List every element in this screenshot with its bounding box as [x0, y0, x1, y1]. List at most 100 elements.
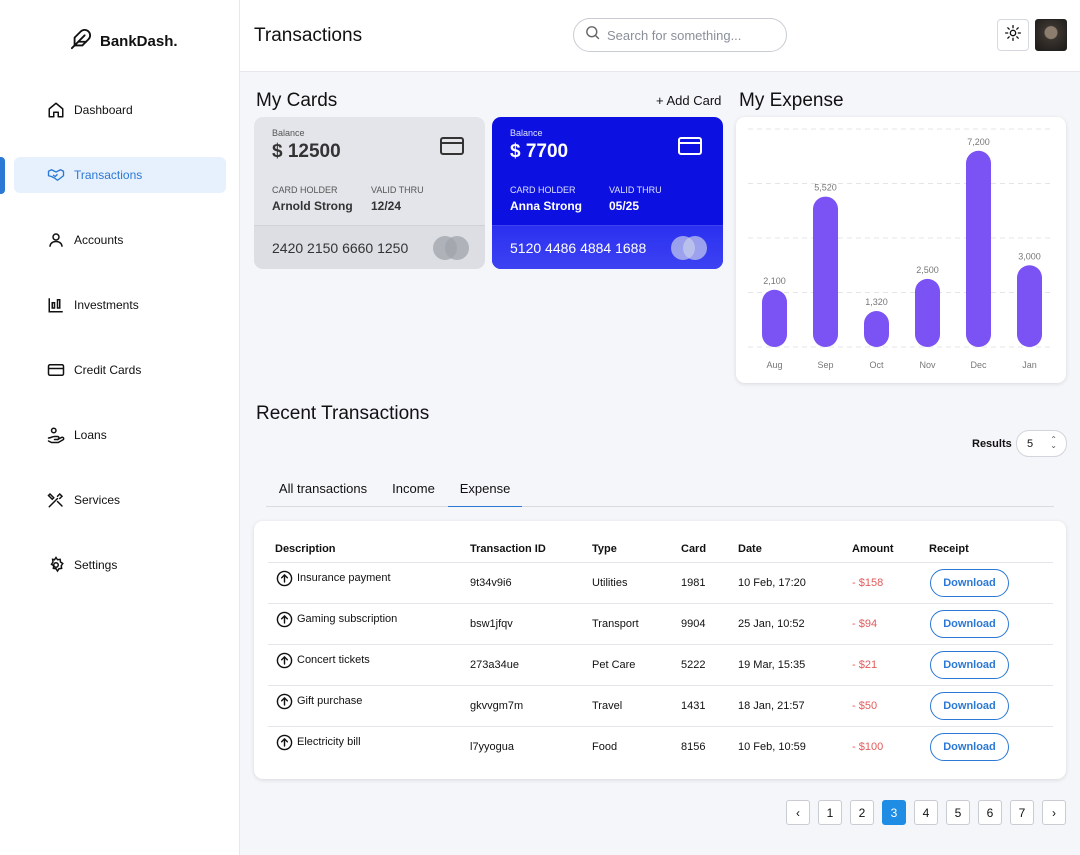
recent-transactions-title: Recent Transactions — [256, 403, 430, 424]
card-holder-name: Arnold Strong — [272, 199, 353, 213]
card-number: 2420 2150 6660 1250 — [272, 240, 409, 256]
transaction-date: 25 Jan, 10:52 — [738, 618, 805, 630]
credit-card[interactable]: Balance $ 7700 CARD HOLDER Anna Strong V… — [492, 117, 723, 269]
pagination-prev-button[interactable]: ‹ — [786, 800, 810, 825]
tab-all-transactions[interactable]: All transactions — [266, 470, 380, 507]
brand-logo[interactable]: BankDash. — [70, 28, 178, 55]
tab-expense[interactable]: Expense — [448, 470, 522, 507]
valid-thru-label: VALID THRU — [609, 185, 662, 195]
transaction-amount: - $50 — [852, 700, 878, 712]
results-per-page-select[interactable]: 5 ⌃ ⌄ — [1016, 430, 1067, 457]
user-avatar[interactable] — [1035, 19, 1067, 51]
chart-x-tick-label: Jan — [1022, 360, 1037, 370]
chart-data-label: 5,520 — [814, 183, 837, 193]
card-balance: $ 7700 — [510, 141, 569, 162]
transaction-description: Gift purchase — [297, 695, 363, 707]
home-icon — [46, 100, 66, 120]
sidebar-item-investments[interactable]: Investments — [14, 287, 226, 323]
search-box[interactable] — [573, 18, 787, 52]
sidebar-item-label: Services — [74, 493, 121, 507]
gear-icon — [46, 555, 66, 575]
chart-x-tick-label: Nov — [919, 360, 936, 370]
chart-bar[interactable] — [966, 150, 991, 347]
sidebar-item-settings[interactable]: Settings — [14, 547, 226, 583]
table-row: Insurance payment 9t34v9i6 Utilities 1981 10… — [268, 562, 1053, 603]
feather-icon — [70, 28, 92, 55]
transaction-card: 8156 — [681, 741, 706, 753]
pagination-page-4[interactable]: 4 — [914, 800, 938, 825]
column-header-amount: Amount — [852, 543, 894, 555]
card-holder-name: Anna Strong — [510, 199, 582, 213]
sidebar-item-credit-cards[interactable]: Credit Cards — [14, 352, 226, 388]
download-receipt-button[interactable]: Download — [930, 610, 1009, 638]
download-receipt-button[interactable]: Download — [930, 692, 1009, 720]
transaction-amount: - $158 — [852, 577, 884, 589]
theme-toggle-button[interactable] — [997, 19, 1029, 51]
arrow-up-circle-icon — [276, 693, 293, 710]
sidebar-item-dashboard[interactable]: Dashboard — [14, 92, 226, 128]
column-header-transaction-id: Transaction ID — [470, 543, 546, 555]
search-input[interactable] — [607, 27, 777, 43]
pagination-page-2[interactable]: 2 — [850, 800, 874, 825]
pagination-page-5[interactable]: 5 — [946, 800, 970, 825]
chart-bar[interactable] — [762, 289, 787, 347]
chart-x-tick-label: Oct — [869, 360, 884, 370]
pagination-page-3[interactable]: 3 — [882, 800, 906, 825]
balance-label: Balance — [510, 128, 543, 138]
valid-thru-label: VALID THRU — [371, 185, 424, 195]
chart-bar[interactable] — [813, 196, 838, 347]
add-card-button[interactable]: + Add Card — [656, 93, 721, 108]
active-nav-indicator — [0, 157, 5, 194]
transaction-date: 10 Feb, 17:20 — [738, 577, 806, 589]
transaction-description: Concert tickets — [297, 654, 370, 666]
table-row: Concert tickets 273a34ue Pet Care 5222 19 Ma… — [268, 644, 1053, 685]
chart-x-tick-label: Aug — [766, 360, 782, 370]
loan-icon — [46, 425, 66, 445]
transaction-type: Utilities — [592, 577, 628, 589]
transaction-type: Transport — [592, 618, 639, 630]
arrow-up-circle-icon — [276, 611, 293, 628]
balance-label: Balance — [272, 128, 305, 138]
transaction-id: l7yyogua — [470, 741, 515, 753]
transaction-amount: - $21 — [852, 659, 878, 671]
transaction-card: 9904 — [681, 618, 706, 630]
download-receipt-button[interactable]: Download — [930, 651, 1009, 679]
card-bottom-strip: 5120 4486 4884 1688 — [492, 225, 723, 269]
pagination-page-7[interactable]: 7 — [1010, 800, 1034, 825]
pagination-next-button[interactable]: › — [1042, 800, 1066, 825]
tools-icon — [46, 490, 66, 510]
card-balance: $ 12500 — [272, 141, 341, 162]
my-cards-title: My Cards — [256, 90, 338, 111]
sidebar-item-services[interactable]: Services — [14, 482, 226, 518]
expense-chart-panel: 2,100 Aug 5,520 Sep 1,320 Oct 2,500 Nov 7,200 Dec… — [736, 117, 1066, 383]
sidebar-item-label: Investments — [74, 298, 139, 312]
chart-bar[interactable] — [864, 311, 889, 347]
column-header-date: Date — [738, 543, 762, 555]
sidebar-item-transactions[interactable]: Transactions — [14, 157, 226, 193]
chart-bar[interactable] — [1017, 265, 1042, 347]
transaction-description: Insurance payment — [297, 572, 391, 584]
valid-thru-value: 05/25 — [609, 199, 640, 213]
sidebar-item-accounts[interactable]: Accounts — [14, 222, 226, 258]
download-receipt-button[interactable]: Download — [930, 733, 1009, 761]
transaction-card: 1981 — [681, 577, 706, 589]
chart-data-label: 2,500 — [916, 265, 939, 275]
credit-card[interactable]: Balance $ 12500 CARD HOLDER Arnold Stron… — [254, 117, 485, 269]
pagination-page-6[interactable]: 6 — [978, 800, 1002, 825]
chart-bar[interactable] — [915, 278, 940, 347]
top-header: Transactions — [240, 0, 1080, 72]
sidebar-item-loans[interactable]: Loans — [14, 417, 226, 453]
investment-icon — [46, 295, 66, 315]
chart-x-tick-label: Sep — [817, 360, 833, 370]
pagination-page-1[interactable]: 1 — [818, 800, 842, 825]
transaction-card: 5222 — [681, 659, 706, 671]
card-holder-label: CARD HOLDER — [272, 185, 338, 195]
page-title: Transactions — [254, 25, 363, 46]
sidebar-item-label: Settings — [74, 558, 118, 572]
card-holder-label: CARD HOLDER — [510, 185, 576, 195]
user-icon — [46, 230, 66, 250]
table-row: Electricity bill l7yyogua Food 8156 10 Feb, … — [268, 726, 1053, 767]
transaction-date: 18 Jan, 21:57 — [738, 700, 805, 712]
download-receipt-button[interactable]: Download — [930, 569, 1009, 597]
tab-income[interactable]: Income — [380, 470, 447, 507]
